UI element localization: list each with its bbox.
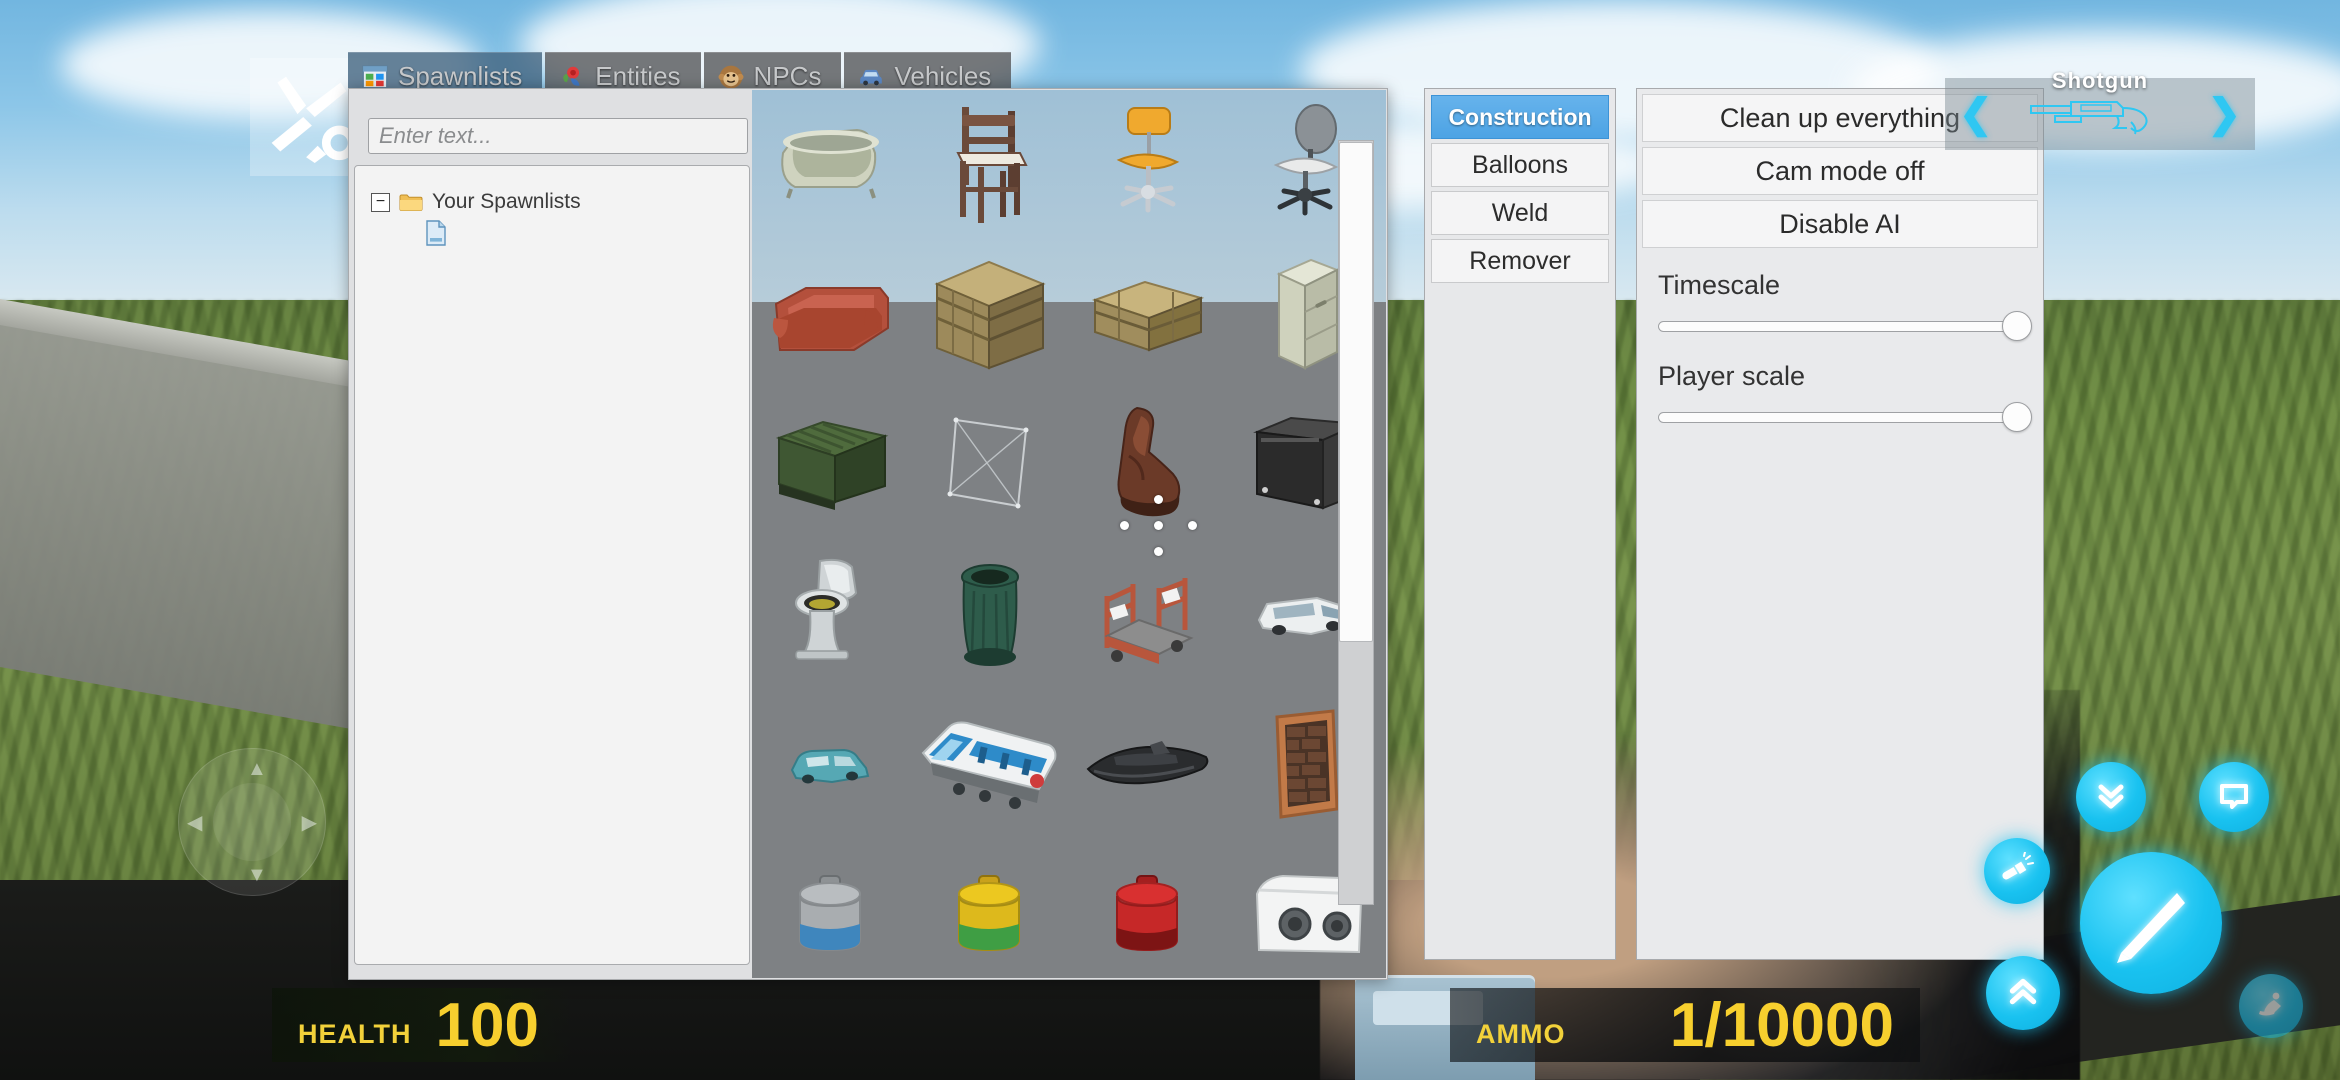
grid-palette-icon [362,64,388,90]
car-icon [858,64,884,90]
chat-button[interactable] [2199,762,2269,832]
spawn-icon-red-sofa[interactable] [760,245,902,385]
fly-person-icon [2254,987,2288,1026]
tree-node-spawnlist-file[interactable] [355,214,749,246]
spawn-icon-wire-frame-panel[interactable] [919,395,1061,535]
folder-icon [399,192,423,212]
file-icon [425,220,447,246]
spawn-icon-red-gas-canister[interactable] [1077,845,1219,978]
rose-flower-icon [559,64,585,90]
shotgun-outline-icon [2025,88,2175,141]
monkey-face-icon [718,64,744,90]
joystick-left-arrow-icon: ◀ [187,812,203,834]
health-value: 100 [435,991,539,1061]
spawn-icon-blue-car[interactable] [760,695,902,835]
health-hud: HEALTH 100 [272,988,572,1062]
disable-ai-button[interactable]: Disable AI [1642,200,2038,248]
spawn-icon-wooden-chair[interactable] [919,95,1061,235]
ammo-value: 1/10000 [1669,991,1894,1061]
joystick-thumb[interactable] [213,783,291,861]
spawn-icon-toilet[interactable] [760,545,902,685]
cam-mode-button[interactable]: Cam mode off [1642,147,2038,195]
melee-slash-icon [2103,873,2199,974]
timescale-label: Timescale [1658,270,1781,300]
player-scale-slider-track [1658,412,2020,423]
spawn-icon-grey-gas-canister[interactable] [760,845,902,978]
spawn-icon-large-wooden-crate[interactable] [919,245,1061,385]
spawn-icon-small-wooden-crate[interactable] [1077,245,1219,385]
spawn-icon-grid-viewport [752,90,1386,978]
options-panel: Clean up everything Cam mode off Disable… [1636,88,2044,960]
grid-scrollbar-thumb[interactable] [1339,142,1373,642]
tree-node-label: Your Spawnlists [432,190,581,213]
timescale-slider-knob[interactable] [2001,311,2032,341]
player-scale-label: Player scale [1658,361,1806,391]
timescale-slider[interactable] [1658,311,2032,341]
tool-item-remover[interactable]: Remover [1431,239,1609,283]
flashlight-icon [2000,850,2034,891]
drag-indicator-dots [1120,495,1200,565]
speech-bubble-icon [2217,778,2251,817]
joystick-up-arrow-icon: ▲ [247,758,267,780]
flashlight-button[interactable] [1984,838,2050,904]
jump-button[interactable] [1986,956,2060,1030]
tool-item-weld[interactable]: Weld [1431,191,1609,235]
ammo-label: AMMO [1476,1018,1566,1049]
noclip-button[interactable] [2239,974,2303,1038]
spawn-icon-grid [752,90,1386,978]
attack-button[interactable] [2080,852,2222,994]
weapon-name-label: Shotgun [2051,68,2149,93]
spawn-icon-black-boat[interactable] [1077,695,1219,835]
ammo-hud: AMMO 1/10000 [1450,988,1920,1062]
spawn-icon-utility-cart[interactable] [1077,545,1219,685]
weapon-next-button[interactable]: ❯ [2207,91,2241,137]
spawn-icon-orange-office-chair[interactable] [1077,95,1219,235]
crouch-button[interactable] [2076,762,2146,832]
search-input[interactable] [368,118,748,154]
tree-node-your-spawnlists[interactable]: − Your Spawnlists [355,184,749,214]
spawn-icon-passenger-train[interactable] [919,695,1061,835]
tree-expander-icon[interactable]: − [371,192,390,212]
movement-joystick[interactable]: ▲ ▼ ◀ ▶ [178,748,326,896]
tool-item-balloons[interactable]: Balloons [1431,143,1609,187]
double-chevron-up-icon [2004,972,2042,1015]
player-scale-slider[interactable] [1658,402,2032,432]
weapon-prev-button[interactable]: ❮ [1959,91,1993,137]
spawnlist-tree: − Your Spawnlists [354,165,750,965]
joystick-down-arrow-icon: ▼ [247,864,267,886]
spawn-icon-bathtub[interactable] [760,95,902,235]
joystick-right-arrow-icon: ▶ [301,812,317,834]
spawn-icon-green-trash-can[interactable] [919,545,1061,685]
timescale-slider-track [1658,321,2020,332]
player-scale-slider-knob[interactable] [2001,402,2032,432]
double-chevron-down-icon [2093,777,2129,818]
tool-category-panel: Construction Balloons Weld Remover [1424,88,1616,960]
tool-item-construction[interactable]: Construction [1431,95,1609,139]
spawn-icon-yellow-gas-canister[interactable] [919,845,1061,978]
spawn-icon-green-dumpster[interactable] [760,395,902,535]
health-label: HEALTH [298,1018,412,1049]
